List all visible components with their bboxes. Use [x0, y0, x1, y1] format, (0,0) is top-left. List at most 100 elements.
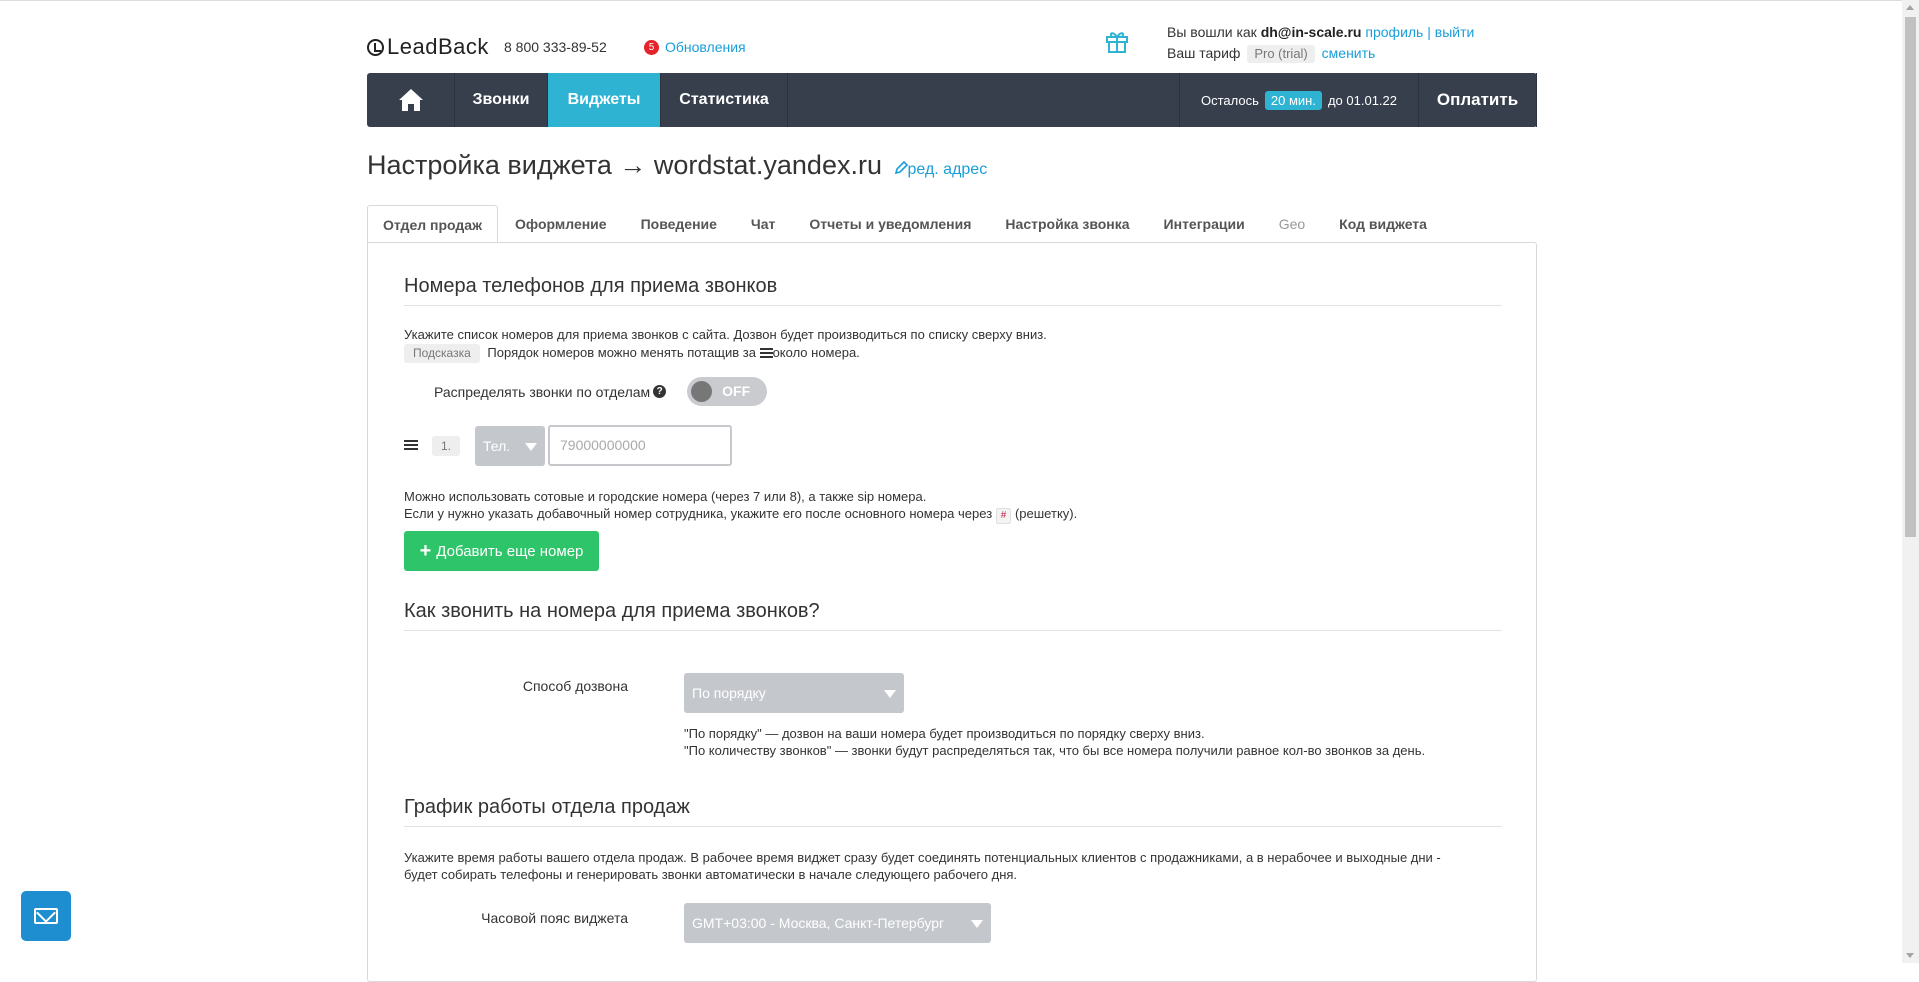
nav-calls[interactable]: Звонки	[455, 73, 548, 127]
scroll-down-icon[interactable]	[1906, 953, 1914, 958]
schedule-description: Укажите время работы вашего отдела прода…	[404, 849, 1502, 883]
edit-address-link[interactable]: ред. адрес	[894, 160, 988, 178]
account-info: Вы вошли как dh@in-scale.ru профиль | вы…	[1167, 22, 1474, 64]
edit-address-label[interactable]: ред. адрес	[908, 161, 988, 178]
tab-widget-code[interactable]: Код виджета	[1322, 205, 1444, 243]
call-method-note-line1: "По порядку" — дозвон на ваши номера буд…	[684, 726, 1205, 741]
phone-row: 1. Тел. 79000000000	[404, 425, 732, 466]
call-method-select[interactable]: По порядку	[684, 673, 904, 713]
scrollbar[interactable]	[1902, 0, 1919, 963]
tab-sales-department[interactable]: Отдел продаж	[367, 205, 498, 243]
logo[interactable]: LeadBack	[367, 34, 489, 60]
tab-geo[interactable]: Geo	[1262, 205, 1322, 243]
phones-note: Можно использовать сотовые и городские н…	[404, 488, 1502, 524]
home-icon	[398, 89, 423, 111]
tab-behavior[interactable]: Поведение	[624, 205, 734, 243]
schedule-section: График работы отдела продаж	[404, 796, 1502, 827]
phone-number-input[interactable]: 79000000000	[548, 425, 732, 466]
plan-line: Ваш тариф Pro (trial) сменить	[1167, 43, 1474, 64]
tab-integrations[interactable]: Интеграции	[1147, 205, 1262, 243]
support-phone: 8 800 333-89-52	[504, 39, 607, 55]
logo-text: LeadBack	[387, 34, 489, 59]
add-number-label: Добавить еще номер	[436, 542, 584, 560]
chevron-down-icon	[525, 442, 537, 451]
remaining-time: Осталось 20 мин. до 01.01.22	[1179, 73, 1419, 127]
phones-note-line2-after: (решетку).	[1014, 506, 1078, 521]
feedback-button[interactable]	[21, 891, 71, 941]
envelope-icon	[34, 908, 58, 924]
logout-link[interactable]: выйти	[1435, 24, 1475, 40]
remain-badge: 20 мин.	[1264, 90, 1322, 110]
phone-type-value: Тел.	[483, 437, 511, 454]
phones-note-line2-before: Если у нужно указать добавочный номер со…	[404, 506, 993, 521]
distribute-row: Распределять звонки по отделам ? OFF	[434, 377, 768, 406]
settings-tabs: Отдел продаж Оформление Поведение Чат От…	[367, 205, 1537, 243]
pencil-icon	[894, 160, 908, 175]
distribute-label: Распределять звонки по отделам	[434, 383, 651, 400]
phones-desc-text: Укажите список номеров для приема звонко…	[404, 327, 1047, 342]
call-method-note: "По порядку" — дозвон на ваши номера буд…	[684, 725, 1504, 759]
row-number: 1.	[432, 435, 460, 456]
phones-section: Номера телефонов для приема звонков	[404, 275, 1502, 306]
tab-content: Номера телефонов для приема звонков Укаж…	[367, 242, 1537, 982]
row-drag-handle-icon[interactable]	[404, 440, 418, 451]
page-title: Настройка виджета → wordstat.yandex.ru р…	[367, 150, 987, 181]
chevron-down-icon	[971, 920, 983, 928]
tab-call-settings[interactable]: Настройка звонка	[988, 205, 1146, 243]
nav-right: Осталось 20 мин. до 01.01.22 Оплатить	[1179, 73, 1537, 127]
gift-icon[interactable]	[1104, 28, 1130, 54]
phones-note-line1: Можно использовать сотовые и городские н…	[404, 489, 927, 504]
profile-link[interactable]: профиль	[1365, 24, 1423, 40]
change-plan-link[interactable]: сменить	[1322, 45, 1376, 61]
hint-text-after: около номера.	[772, 345, 860, 360]
logged-in-prefix: Вы вошли как	[1167, 24, 1257, 40]
toggle-state: OFF	[722, 383, 751, 399]
pay-button[interactable]: Оплатить	[1419, 73, 1537, 127]
page-title-text: Настройка виджета → wordstat.yandex.ru	[367, 150, 882, 180]
drag-handle-icon	[759, 348, 773, 359]
add-number-button[interactable]: + Добавить еще номер	[404, 531, 599, 571]
page-container: LeadBack 8 800 333-89-52 5 Обновления Вы…	[367, 0, 1537, 982]
main-navbar: Звонки Виджеты Статистика Осталось 20 ми…	[367, 73, 1537, 127]
phones-note-line2: Если у нужно указать добавочный номер со…	[404, 505, 1502, 524]
chevron-down-icon	[884, 690, 896, 698]
call-method-note-line2: "По количеству звонков" — звонки будут р…	[684, 743, 1426, 758]
nav-home[interactable]	[367, 73, 455, 127]
call-method-section: Как звонить на номера для приема звонков…	[404, 600, 1502, 631]
tab-chat[interactable]: Чат	[734, 205, 792, 243]
hint-badge: Подсказка	[404, 344, 480, 363]
help-icon[interactable]: ?	[653, 385, 667, 398]
phones-description: Укажите список номеров для приема звонко…	[404, 326, 1502, 363]
account-line: Вы вошли как dh@in-scale.ru профиль | вы…	[1167, 22, 1474, 43]
call-method-value: По порядку	[692, 685, 766, 701]
schedule-desc-line1: Укажите время работы вашего отдела прода…	[404, 850, 1441, 865]
schedule-desc-line2: будет собирать телефоны и генерировать з…	[404, 867, 1018, 882]
nav-widgets[interactable]: Виджеты	[548, 73, 661, 127]
distribute-toggle[interactable]: OFF	[687, 377, 768, 406]
timezone-select[interactable]: GMT+03:00 - Москва, Санкт-Петербург	[684, 903, 991, 943]
remain-prefix: Осталось	[1201, 92, 1259, 108]
call-method-title: Как звонить на номера для приема звонков…	[404, 600, 1502, 631]
nav-statistics[interactable]: Статистика	[661, 73, 788, 127]
scroll-thumb[interactable]	[1905, 17, 1916, 537]
top-header: LeadBack 8 800 333-89-52 5 Обновления Вы…	[367, 0, 1537, 72]
plus-icon: +	[419, 539, 432, 562]
updates-count-badge: 5	[644, 39, 659, 55]
updates-label[interactable]: Обновления	[665, 39, 746, 55]
scroll-up-icon[interactable]	[1906, 5, 1914, 10]
hint-text-before: Порядок номеров можно менять потащив за	[487, 345, 756, 360]
phones-section-title: Номера телефонов для приема звонков	[404, 275, 1502, 306]
plan-prefix: Ваш тариф	[1167, 45, 1241, 61]
tab-design[interactable]: Оформление	[498, 205, 624, 243]
timezone-value: GMT+03:00 - Москва, Санкт-Петербург	[692, 915, 945, 931]
schedule-title: График работы отдела продаж	[404, 796, 1502, 827]
phone-type-select[interactable]: Тел.	[475, 425, 545, 466]
user-email: dh@in-scale.ru	[1260, 24, 1362, 40]
tab-reports[interactable]: Отчеты и уведомления	[792, 205, 988, 243]
updates-link[interactable]: 5 Обновления	[644, 39, 746, 55]
phones-hint-line: Подсказка Порядок номеров можно менять п…	[404, 344, 1502, 363]
link-separator: |	[1427, 24, 1431, 40]
hash-code: #	[995, 508, 1012, 524]
call-method-label: Способ дозвона	[522, 678, 628, 694]
plan-badge: Pro (trial)	[1247, 45, 1315, 63]
